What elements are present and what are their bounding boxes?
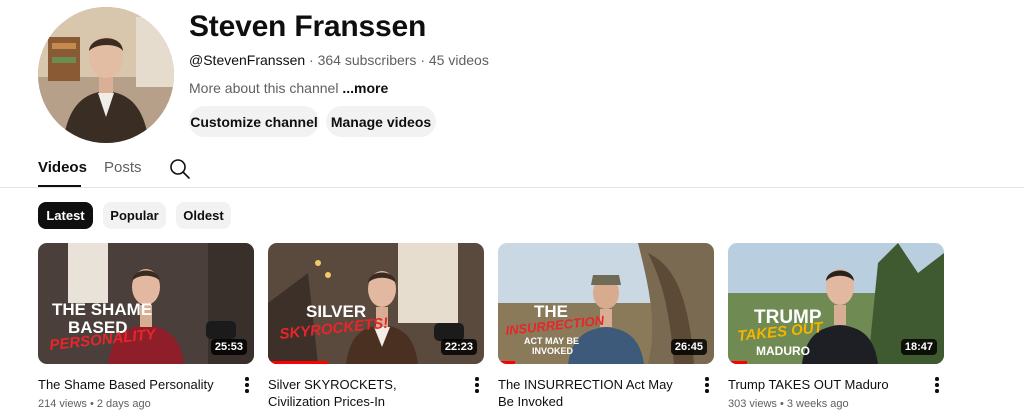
- watch-progress-bar: [268, 361, 329, 364]
- tab-videos[interactable]: Videos: [38, 159, 87, 176]
- video-duration: 26:45: [670, 339, 707, 355]
- video-title[interactable]: Silver SKYROCKETS, Civilization Prices-I…: [268, 376, 458, 410]
- filter-popular-chip[interactable]: Popular: [103, 202, 166, 229]
- watch-progress-bar: [728, 361, 748, 364]
- video-duration: 25:53: [210, 339, 247, 355]
- search-icon[interactable]: [168, 157, 192, 181]
- thumb-line: ACT MAY BE: [524, 336, 579, 346]
- kebab-menu-icon[interactable]: [474, 377, 480, 393]
- video-thumbnail[interactable]: SILVER SKYROCKETS! 22:23: [268, 243, 484, 364]
- video-duration: 22:23: [440, 339, 477, 355]
- channel-meta: @StevenFranssen · 364 subscribers · 45 v…: [189, 52, 489, 68]
- video-duration: 18:47: [900, 339, 937, 355]
- active-tab-indicator: [38, 185, 81, 187]
- kebab-menu-icon[interactable]: [704, 377, 710, 393]
- filter-latest-chip[interactable]: Latest: [38, 202, 93, 229]
- video-stats: 303 views • 3 weeks ago: [728, 398, 849, 410]
- video-thumbnail[interactable]: THE SHAME BASED PERSONALITY 25:53: [38, 243, 254, 364]
- thumb-line: INVOKED: [532, 346, 574, 356]
- video-thumbnail[interactable]: TRUMP TAKES OUT MADURO 18:47: [728, 243, 944, 364]
- channel-handle: @StevenFranssen: [189, 52, 306, 68]
- thumb-line: THE SHAME: [52, 300, 152, 319]
- meta-separator: ·: [420, 52, 429, 68]
- video-count: 45 videos: [428, 52, 489, 68]
- video-title[interactable]: Trump TAKES OUT Maduro: [728, 376, 918, 393]
- video-card[interactable]: THE INSURRECTION ACT MAY BE INVOKED 26:4…: [498, 243, 714, 409]
- more-link[interactable]: ...more: [342, 80, 388, 96]
- kebab-menu-icon[interactable]: [244, 377, 250, 393]
- video-title[interactable]: The INSURRECTION Act May Be Invoked: [498, 376, 688, 410]
- video-card[interactable]: THE SHAME BASED PERSONALITY 25:53 The Sh…: [38, 243, 254, 410]
- channel-name: Steven Franssen: [189, 10, 427, 43]
- about-text: More about this channel: [189, 80, 339, 96]
- watch-progress-bar: [498, 361, 516, 364]
- customize-channel-button[interactable]: Customize channel: [189, 106, 319, 137]
- channel-tabs: Videos Posts: [0, 150, 1024, 188]
- tab-posts[interactable]: Posts: [104, 159, 142, 176]
- video-thumbnail[interactable]: THE INSURRECTION ACT MAY BE INVOKED 26:4…: [498, 243, 714, 364]
- video-card[interactable]: TRUMP TAKES OUT MADURO 18:47 Trump TAKES…: [728, 243, 944, 410]
- video-title[interactable]: The Shame Based Personality: [38, 376, 228, 393]
- channel-about[interactable]: More about this channel ...more: [189, 80, 388, 96]
- avatar-image: [38, 7, 174, 143]
- channel-avatar[interactable]: [38, 7, 174, 143]
- video-stats: 214 views • 2 days ago: [38, 398, 151, 410]
- thumb-line: MADURO: [756, 344, 810, 358]
- kebab-menu-icon[interactable]: [934, 377, 940, 393]
- meta-separator: ·: [309, 52, 318, 68]
- filter-oldest-chip[interactable]: Oldest: [176, 202, 231, 229]
- video-card[interactable]: SILVER SKYROCKETS! 22:23 Silver SKYROCKE…: [268, 243, 484, 409]
- manage-videos-button[interactable]: Manage videos: [326, 106, 436, 137]
- subscriber-count: 364 subscribers: [317, 52, 417, 68]
